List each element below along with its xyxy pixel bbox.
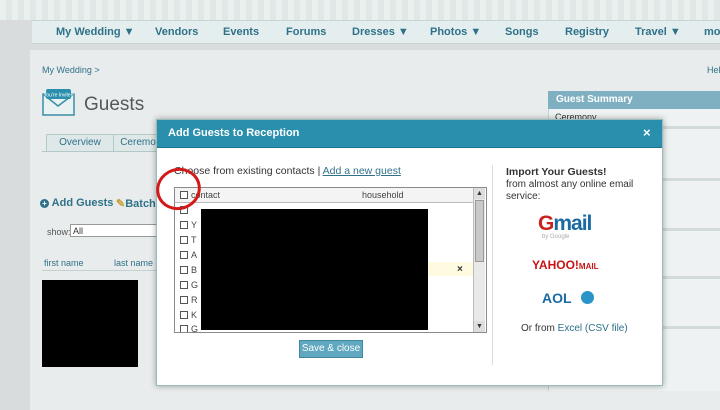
add-guests-dialog: Add Guests to Reception × Choose from ex… [150, 119, 663, 386]
close-icon[interactable]: × [643, 125, 651, 140]
row-checkbox[interactable] [180, 266, 188, 274]
row-checkbox[interactable] [180, 281, 188, 289]
row-checkbox[interactable] [180, 296, 188, 304]
row-initial: G [191, 324, 199, 333]
gmail-logo[interactable]: Gmail [538, 212, 592, 236]
scroll-thumb[interactable] [475, 200, 484, 262]
yahoo-mail-logo[interactable]: YAHOO!MAIL [532, 258, 598, 272]
aol-icon [581, 291, 594, 304]
redacted-contacts [201, 209, 428, 330]
row-initial: A [191, 250, 198, 260]
row-checkbox[interactable] [180, 251, 188, 259]
dialog-header: Add Guests to Reception × [157, 120, 662, 148]
scroll-up-icon[interactable]: ▲ [474, 188, 485, 199]
grid-scrollbar[interactable]: ▲ ▼ [473, 188, 485, 332]
row-initial: T [191, 235, 197, 245]
remove-icon[interactable]: × [457, 264, 463, 275]
save-close-button[interactable]: Save & close [299, 340, 363, 358]
add-new-guest-link[interactable]: Add a new guest [323, 165, 401, 177]
contacts-grid: contact household Y T A × B G R K G ▲ ▼ [174, 187, 487, 333]
gmail-sub: by Google [542, 234, 570, 240]
choose-contacts-text: Choose from existing contacts | Add a ne… [174, 165, 401, 177]
import-title: Import Your Guests! [506, 166, 607, 178]
dialog-divider [492, 165, 493, 365]
dialog-title: Add Guests to Reception [168, 127, 300, 139]
row-initial: G [191, 280, 199, 290]
row-initial: B [191, 265, 198, 275]
row-checkbox[interactable] [180, 311, 188, 319]
row-checkbox[interactable] [180, 236, 188, 244]
row-initial: R [191, 295, 198, 305]
scroll-down-icon[interactable]: ▼ [474, 321, 485, 332]
row-initial: K [191, 310, 198, 320]
excel-csv-link[interactable]: Excel (CSV file) [558, 323, 628, 334]
row-checkbox[interactable] [180, 221, 188, 229]
import-desc: from almost any online email service: [506, 179, 634, 202]
col-household[interactable]: household [362, 190, 404, 200]
or-from-text: Or from Excel (CSV file) [521, 323, 628, 334]
row-checkbox[interactable] [180, 325, 188, 332]
aol-logo[interactable]: AOL [542, 290, 572, 306]
row-initial: Y [191, 220, 198, 230]
